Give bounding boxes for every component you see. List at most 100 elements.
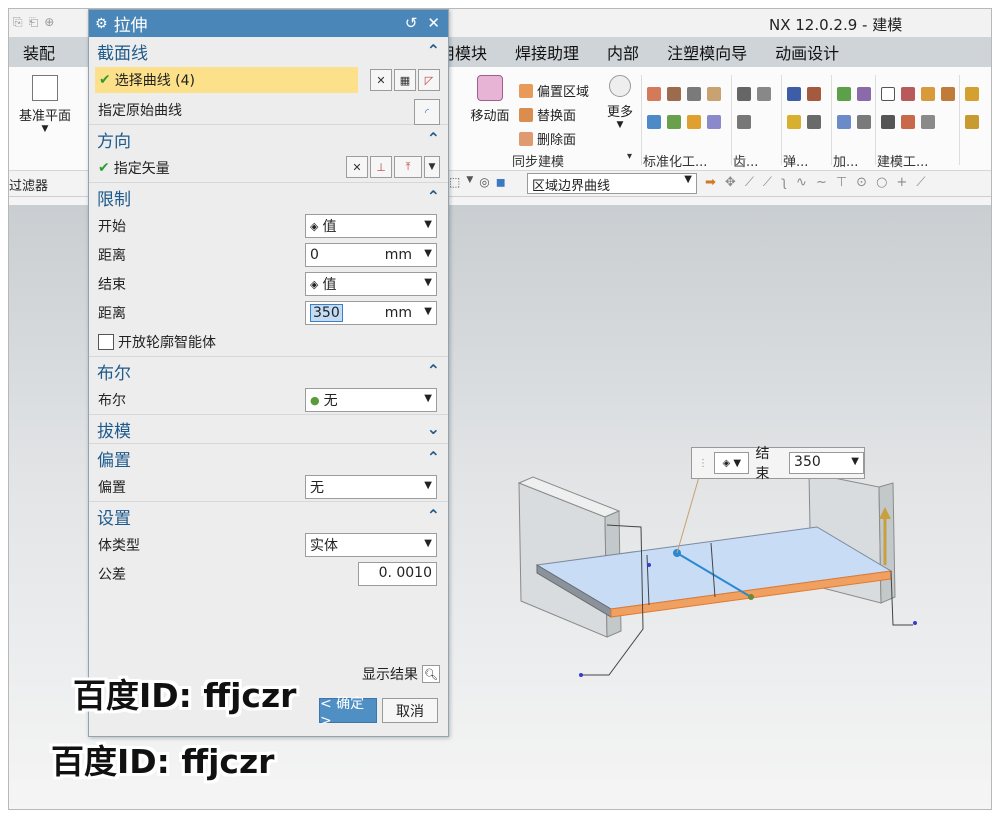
- drag-handle[interactable]: ⋮: [698, 458, 708, 469]
- cancel-button[interactable]: 取消: [382, 698, 438, 723]
- collapse-icon[interactable]: ⌃: [427, 506, 440, 525]
- move-face-button[interactable]: 移动面: [467, 75, 513, 124]
- tool-icon[interactable]: [807, 87, 821, 101]
- gear-icon[interactable]: ⚙: [95, 16, 108, 32]
- tool-icon[interactable]: [921, 87, 935, 101]
- collapse-icon[interactable]: ⌃: [427, 129, 440, 148]
- end-distance-input[interactable]: 350 mm ▼: [305, 301, 437, 325]
- origin-curve-icon[interactable]: ◜: [414, 99, 440, 125]
- select-box-icon[interactable]: ⬚: [449, 175, 460, 189]
- menu-mold-wizard[interactable]: 注塑模向导: [653, 40, 761, 64]
- paste-special-icon[interactable]: ⊕: [44, 15, 54, 30]
- tool-icon[interactable]: [857, 87, 871, 101]
- start-distance-input[interactable]: 0 mm ▼: [305, 243, 437, 267]
- tool-icon[interactable]: [837, 115, 851, 129]
- collapse-icon[interactable]: ⌃: [427, 361, 440, 380]
- dialog-title-bar[interactable]: ⚙ 拉伸 ↺ ✕: [89, 10, 448, 37]
- value-type-select[interactable]: ◈ ▼: [714, 452, 750, 474]
- section-curve-header[interactable]: 截面线 ⌃: [89, 37, 448, 65]
- line-icon[interactable]: ⟋: [763, 175, 772, 190]
- show-result-button[interactable]: 显示结果 🔍︎: [362, 664, 440, 684]
- close-icon[interactable]: ✕: [427, 14, 440, 32]
- circle-icon[interactable]: ○: [876, 175, 887, 190]
- group-sync-arrow[interactable]: ▾: [627, 151, 632, 162]
- curve-rule-icon[interactable]: ✕: [370, 69, 392, 91]
- tool-icon[interactable]: [901, 115, 915, 129]
- tool-icon[interactable]: [647, 115, 661, 129]
- specify-origin-row[interactable]: 指定原始曲线: [89, 95, 448, 124]
- section-direction-header[interactable]: 方向 ⌃: [89, 125, 448, 153]
- circle-center-icon[interactable]: ⊙: [856, 175, 867, 190]
- group-label-standard[interactable]: 标准化工...: [643, 151, 707, 170]
- end-type-select[interactable]: ◈ 值 ▼: [305, 272, 437, 296]
- tool-icon[interactable]: [707, 87, 721, 101]
- copy-icon[interactable]: ⎘: [13, 15, 23, 30]
- menu-internal[interactable]: 内部: [593, 40, 653, 64]
- tool-icon[interactable]: [901, 87, 915, 101]
- menu-weld-assistant[interactable]: 焊接助理: [501, 40, 593, 64]
- offset-region-button[interactable]: 偏置区域: [519, 81, 589, 100]
- dropdown-icon[interactable]: ▼: [466, 175, 473, 189]
- vector-type-icon[interactable]: ⤒: [394, 156, 422, 178]
- section-limits-header[interactable]: 限制 ⌃: [89, 183, 448, 211]
- tool-icon[interactable]: [881, 115, 895, 129]
- tool-icon[interactable]: [965, 115, 979, 129]
- tool-icon[interactable]: [707, 115, 721, 129]
- line-icon[interactable]: ⟋: [916, 175, 925, 190]
- body-type-select[interactable]: 实体 ▼: [305, 533, 437, 557]
- datum-plane-button[interactable]: 基准平面 ▼: [15, 75, 75, 134]
- reverse-direction-icon[interactable]: ✕: [346, 156, 368, 178]
- arrow-icon[interactable]: ➡: [705, 175, 716, 190]
- chevron-down-icon[interactable]: ▼: [424, 156, 440, 178]
- paste-icon[interactable]: ⎗: [29, 15, 39, 30]
- tool-icon[interactable]: [837, 87, 851, 101]
- vector-dialog-icon[interactable]: ⊥: [370, 156, 392, 178]
- reset-icon[interactable]: ↺: [405, 14, 418, 32]
- curve-icon[interactable]: ∿: [796, 175, 807, 190]
- snap-icon[interactable]: ✥: [725, 175, 736, 190]
- curve-icon[interactable]: ~: [816, 175, 827, 190]
- tool-icon[interactable]: [737, 87, 751, 101]
- tool-icon[interactable]: [787, 115, 801, 129]
- collapse-icon[interactable]: ⌃: [427, 187, 440, 206]
- group-label-add[interactable]: 加...: [833, 151, 858, 170]
- plus-icon[interactable]: +: [896, 175, 907, 190]
- tool-icon[interactable]: [757, 87, 771, 101]
- section-settings-header[interactable]: 设置 ⌃: [89, 502, 448, 530]
- offset-select[interactable]: 无 ▼: [305, 475, 437, 499]
- open-profile-row[interactable]: 开放轮廓智能体: [89, 327, 448, 356]
- curve-rule-select[interactable]: 区域边界曲线 ▼: [527, 173, 697, 194]
- collapse-icon[interactable]: ⌃: [427, 448, 440, 467]
- boolean-select[interactable]: ● 无 ▼: [305, 388, 437, 412]
- face-filter-icon[interactable]: ◎: [479, 175, 489, 189]
- start-type-select[interactable]: ◈ 值 ▼: [305, 214, 437, 238]
- section-draft-header[interactable]: 拔模 ⌄: [89, 415, 448, 443]
- curve-icon[interactable]: ʅ: [781, 175, 787, 190]
- tool-icon[interactable]: [965, 87, 979, 101]
- tool-icon[interactable]: [921, 115, 935, 129]
- section-offset-header[interactable]: 偏置 ⌃: [89, 444, 448, 472]
- ok-button[interactable]: < 确定 >: [319, 696, 377, 729]
- tolerance-input[interactable]: 0. 0010: [358, 562, 437, 586]
- collapse-icon[interactable]: ⌃: [427, 41, 440, 60]
- more-button[interactable]: 更多 ▼: [603, 75, 637, 130]
- tool-icon[interactable]: [941, 87, 955, 101]
- group-label-model[interactable]: 建模工...: [877, 151, 928, 170]
- tool-icon[interactable]: [667, 87, 681, 101]
- intersect-icon[interactable]: ⊤: [836, 175, 847, 190]
- tool-icon[interactable]: [857, 115, 871, 129]
- open-profile-checkbox[interactable]: [98, 333, 114, 350]
- group-label-spring[interactable]: 弹...: [783, 151, 808, 170]
- section-boolean-header[interactable]: 布尔 ⌃: [89, 357, 448, 385]
- tool-icon[interactable]: [737, 115, 751, 129]
- delete-face-button[interactable]: 删除面: [519, 129, 576, 148]
- cube-icon[interactable]: ◼: [496, 175, 506, 189]
- select-curve-row[interactable]: ✔ 选择曲线 (4): [95, 67, 358, 93]
- replace-face-button[interactable]: 替换面: [519, 105, 576, 124]
- sketch-icon[interactable]: ▦: [394, 69, 416, 91]
- tool-icon[interactable]: [687, 115, 701, 129]
- floating-end-input[interactable]: 350 ▼: [789, 452, 864, 474]
- expand-icon[interactable]: ⌄: [427, 419, 440, 438]
- tool-icon[interactable]: [687, 87, 701, 101]
- select-curve-icon[interactable]: ◸: [418, 69, 440, 91]
